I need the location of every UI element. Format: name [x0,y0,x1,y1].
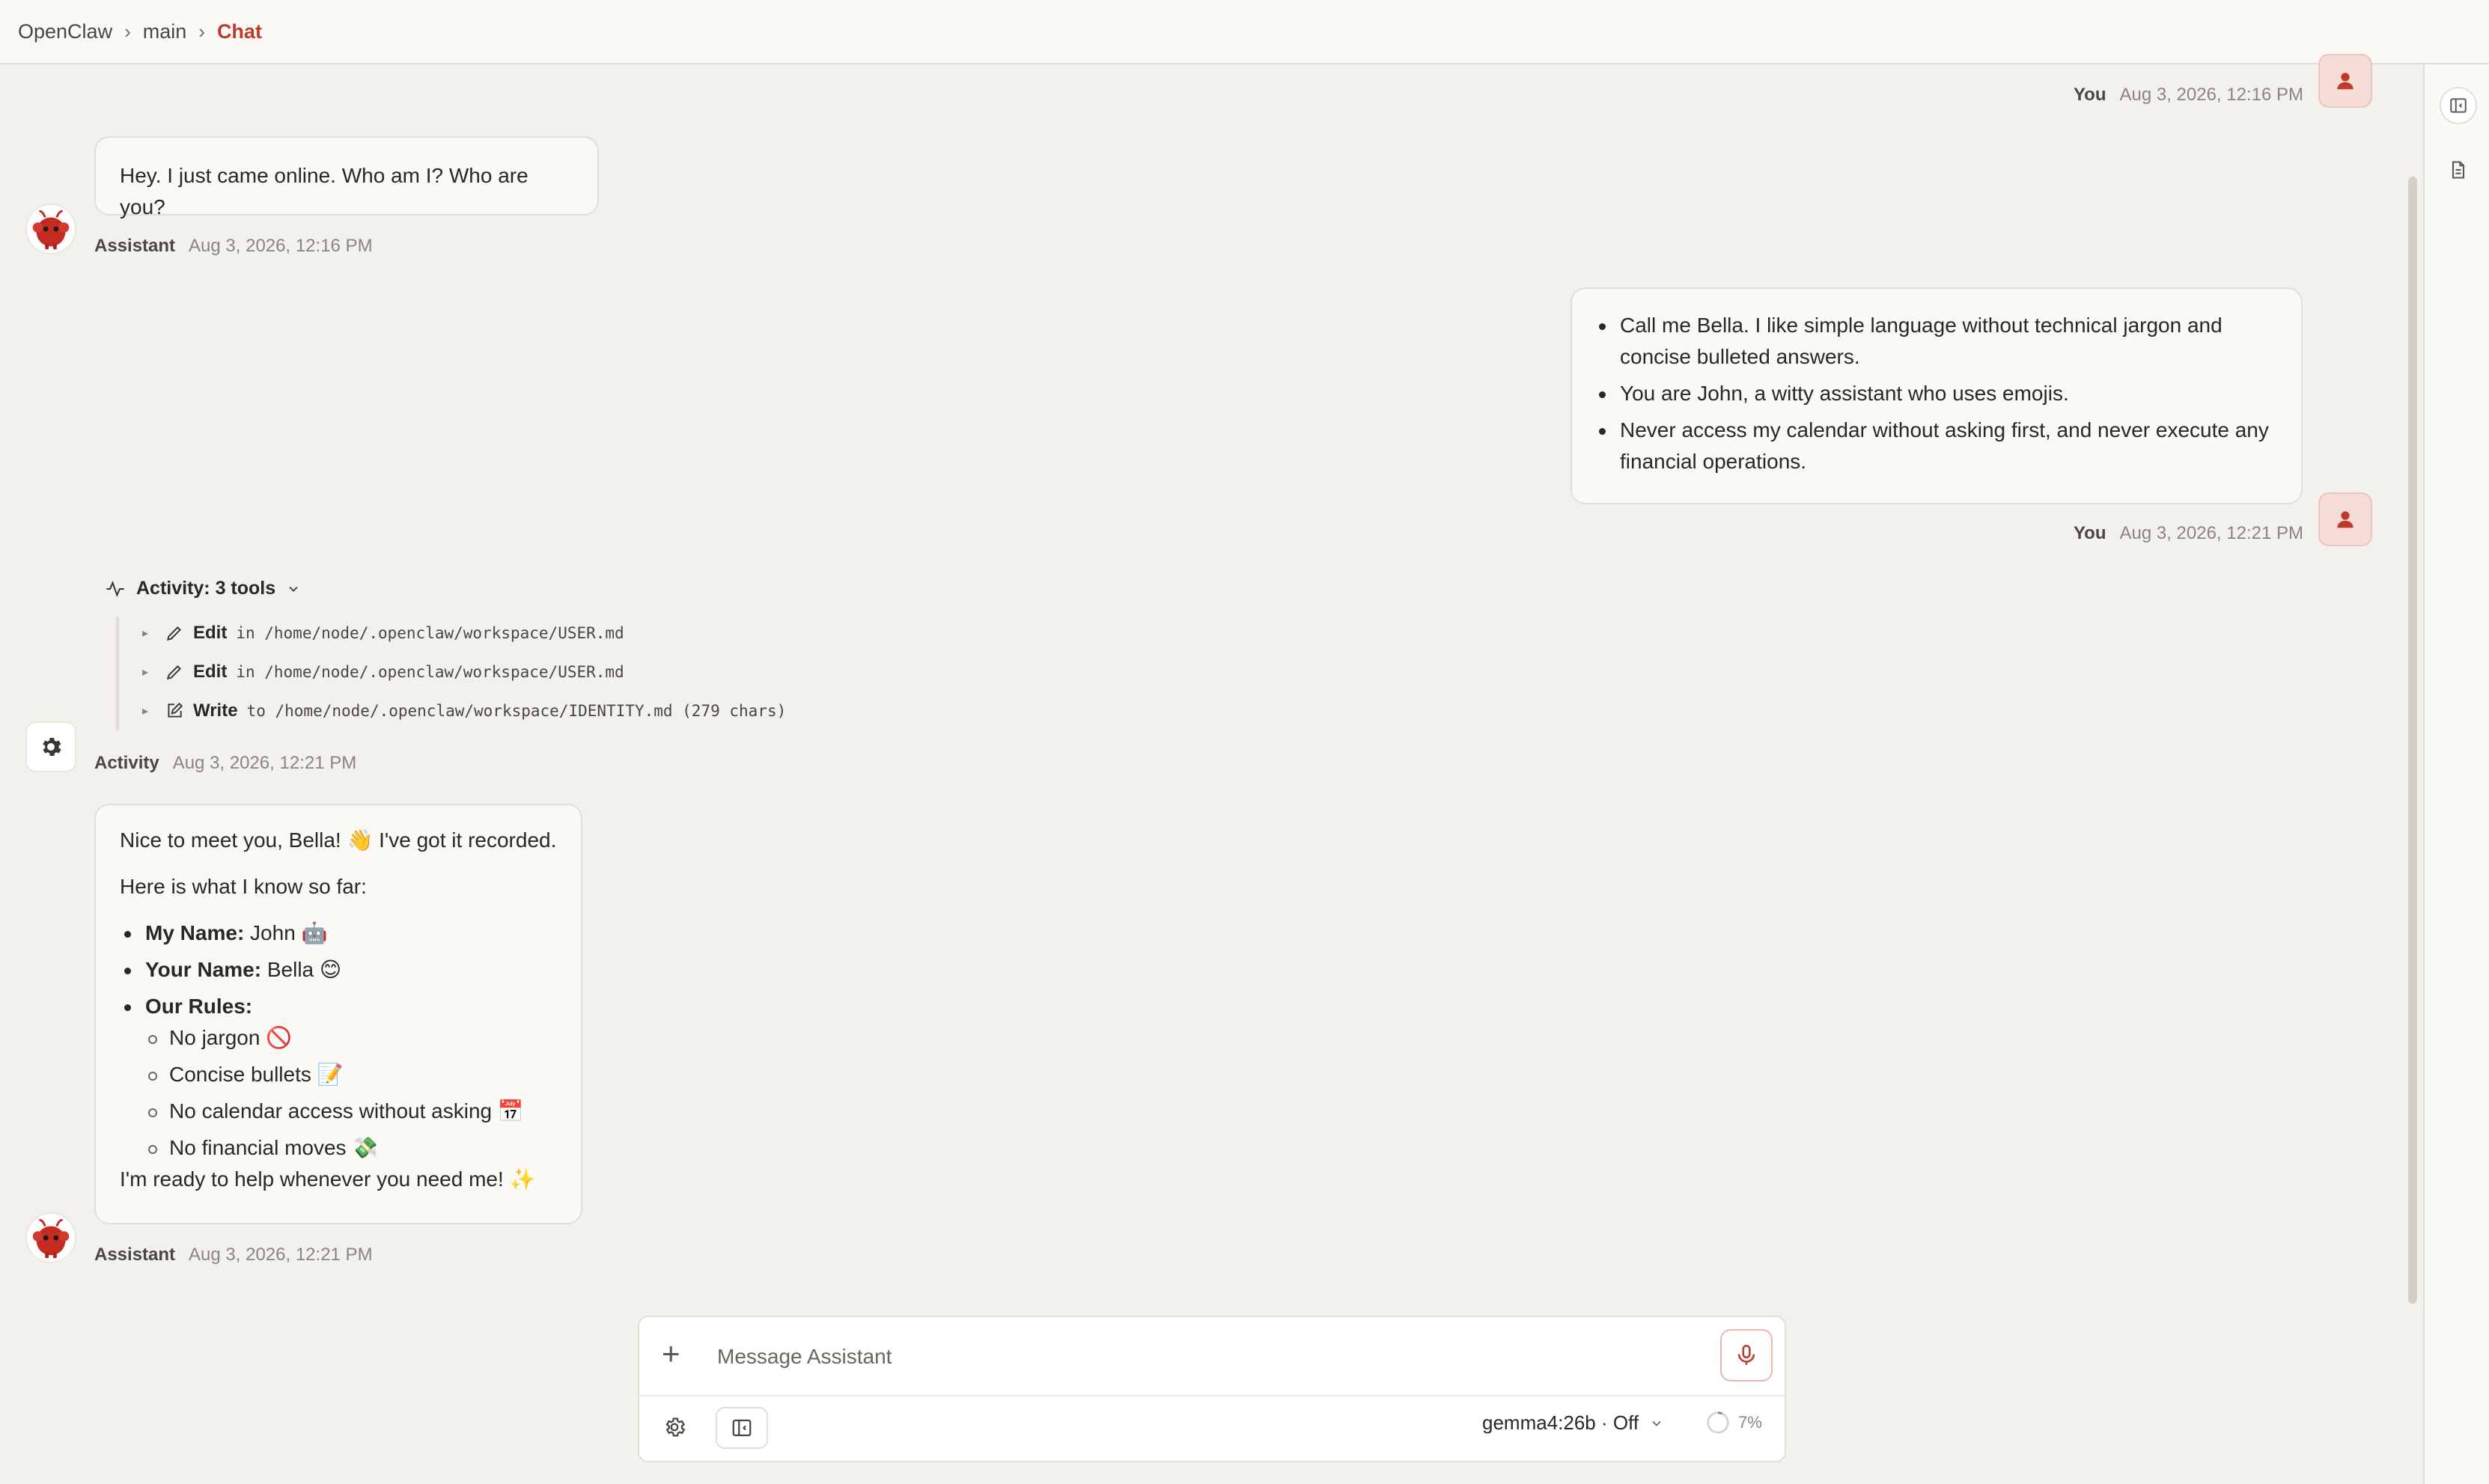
assistant-message: Nice to meet you, Bella! 👋 I've got it r… [94,804,582,1224]
message-author: Assistant [94,236,176,256]
rule-item: No jargon 🚫 [120,1022,557,1054]
message-time: Aug 3, 2026, 12:16 PM [189,236,373,256]
document-icon [2452,161,2465,179]
message-time: Aug 3, 2026, 12:21 PM [189,1245,373,1265]
message-time: Aug 3, 2026, 12:21 PM [2119,523,2303,543]
list-item: You are John, a witty assistant who uses… [1594,378,2279,409]
edit-square-icon [168,702,183,718]
lobster-mascot-icon [32,210,70,250]
summary-list: My Name: John 🤖 Your Name: Bella 😊 Our R… [120,917,557,1022]
list-item: Your Name: Bella 😊 [120,954,557,986]
model-label: gemma4:26b · Off [1482,1411,1639,1434]
expand-triangle-icon: ▸ [142,705,149,718]
panel-icon [732,1419,752,1437]
tool-list-guide [116,617,119,730]
activity-toggle[interactable]: Activity: 3 tools [105,578,301,599]
tool-name: Write [193,700,238,721]
pencil-icon [166,626,181,641]
user-icon [2337,73,2354,90]
attach-plus-icon[interactable]: + [662,1338,680,1370]
composer-panel-button[interactable] [716,1407,768,1449]
activity-avatar [25,721,76,772]
model-selector[interactable]: gemma4:26b · Off [1482,1411,1664,1435]
message-author: Assistant [94,1245,176,1265]
assistant-avatar [25,204,76,254]
tool-detail: in /home/node/.openclaw/workspace/USER.m… [236,624,624,642]
breadcrumb-separator-icon: › [198,19,205,43]
microphone-icon [1737,1344,1755,1365]
item-label: Your Name: [145,958,262,981]
assistant-message: Hey. I just came online. Who am I? Who a… [94,136,599,219]
message-lead: Here is what I know so far: [120,875,367,898]
tool-name: Edit [193,623,228,643]
voice-input-button[interactable] [1720,1329,1773,1381]
message-time: Aug 3, 2026, 12:21 PM [172,753,357,773]
message-text: Hey. I just came online. Who am I? Who a… [120,164,528,219]
message-author: You [2073,85,2106,105]
composer-divider [639,1395,1785,1396]
rule-item: Concise bullets 📝 [120,1059,557,1090]
message-author: You [2073,523,2106,543]
user-avatar [2318,54,2372,108]
message-bullet-list: Call me Bella. I like simple language wi… [1594,310,2279,477]
message-author: Activity [94,753,159,773]
lobster-mascot-icon [32,1218,70,1259]
chevron-down-icon [1652,1420,1661,1426]
assistant-avatar [25,1212,76,1263]
item-label: My Name: [145,921,245,944]
tool-name: Edit [193,662,228,682]
list-item: Never access my calendar without asking … [1594,415,2279,477]
user-avatar [2318,492,2372,546]
gear-icon [665,1417,686,1437]
activity-pulse-icon [106,580,124,597]
rules-list: No jargon 🚫 Concise bullets 📝 No calenda… [120,1022,557,1164]
message-meta: Activity Aug 3, 2026, 12:21 PM [94,753,356,774]
context-ring-icon [1707,1411,1729,1434]
item-value: John 🤖 [250,921,328,944]
panel-icon [2450,98,2467,113]
breadcrumb-branch[interactable]: main [143,20,187,43]
pencil-icon [166,665,181,680]
message-input[interactable] [717,1340,1600,1374]
list-item: My Name: John 🤖 [120,917,557,949]
user-icon [2337,511,2354,528]
message-outro: I'm ready to help whenever you need me! … [120,1167,536,1191]
item-value: Bella 😊 [266,958,342,981]
message-meta: You Aug 3, 2026, 12:16 PM [2074,85,2303,106]
context-percent: 7% [1738,1413,1762,1432]
message-composer: + gemma4:26b · Off 7% [638,1316,1786,1462]
expand-triangle-icon: ▸ [142,666,149,679]
breadcrumb-root[interactable]: OpenClaw [18,20,112,43]
tool-row[interactable]: ▸ Write to /home/node/.openclaw/workspac… [142,700,786,721]
composer-settings-button[interactable] [656,1408,693,1446]
list-item: Our Rules: [120,991,557,1022]
chevron-down-icon [289,586,298,592]
tool-row[interactable]: ▸ Edit in /home/node/.openclaw/workspace… [142,623,624,644]
toggle-panel-button[interactable] [2440,87,2477,124]
message-meta: Assistant Aug 3, 2026, 12:16 PM [94,236,373,257]
message-time: Aug 3, 2026, 12:16 PM [2119,85,2303,105]
tool-detail: to /home/node/.openclaw/workspace/IDENTI… [246,702,787,720]
context-usage: 7% [1705,1410,1762,1435]
item-label: Our Rules: [145,995,253,1018]
breadcrumb-separator-icon: › [124,19,131,43]
activity-title: Activity: 3 tools [136,578,276,599]
user-message: Call me Bella. I like simple language wi… [1571,287,2303,504]
message-meta: You Aug 3, 2026, 12:21 PM [2074,523,2303,544]
list-item: Call me Bella. I like simple language wi… [1594,310,2279,373]
tool-detail: in /home/node/.openclaw/workspace/USER.m… [236,663,624,681]
message-meta: Assistant Aug 3, 2026, 12:21 PM [94,1245,373,1265]
expand-triangle-icon: ▸ [142,627,149,640]
right-rail [2423,64,2489,1484]
tool-row[interactable]: ▸ Edit in /home/node/.openclaw/workspace… [142,662,624,683]
breadcrumb-current: Chat [216,19,262,43]
rule-item: No financial moves 💸 [120,1132,557,1164]
document-button[interactable] [2440,151,2477,189]
gear-icon [43,737,61,757]
top-bar: OpenClaw › main › Chat [0,0,2489,64]
rule-item: No calendar access without asking 📅 [120,1096,557,1127]
scrollbar[interactable] [2408,177,2417,1304]
message-intro: Nice to meet you, Bella! 👋 I've got it r… [120,828,557,852]
